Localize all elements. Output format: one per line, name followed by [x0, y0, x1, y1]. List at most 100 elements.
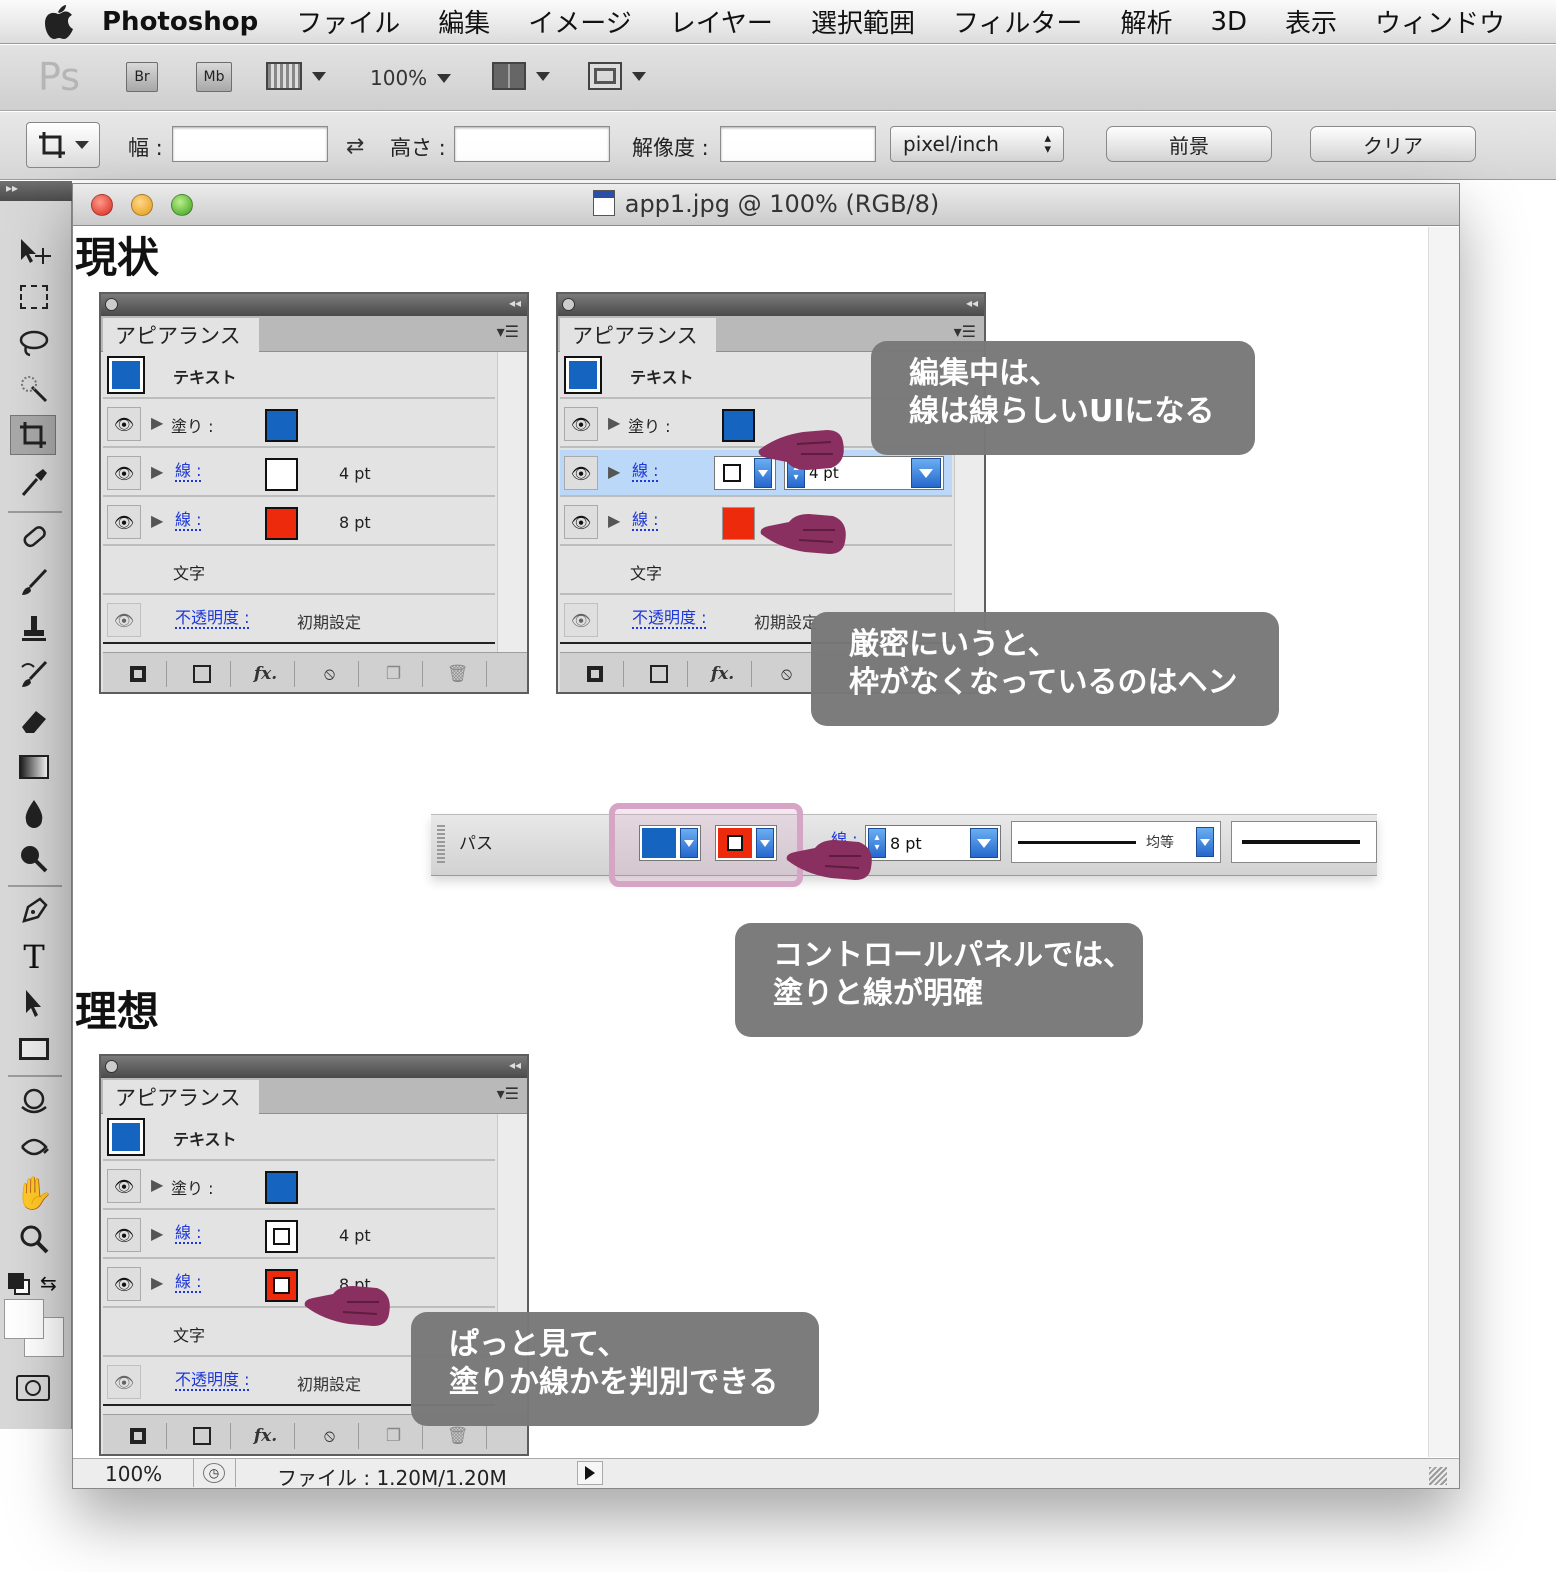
- marquee-tool-icon[interactable]: [14, 277, 54, 317]
- front-image-button[interactable]: 前景: [1106, 126, 1272, 162]
- tools-panel-header[interactable]: ▸▸: [0, 181, 72, 201]
- healing-brush-tool-icon[interactable]: [14, 517, 54, 557]
- add-effect-icon[interactable]: fx.: [694, 661, 752, 687]
- add-fill-icon[interactable]: [173, 661, 231, 687]
- lasso-tool-icon[interactable]: [14, 323, 54, 363]
- status-menu-arrow-icon[interactable]: [577, 1461, 603, 1485]
- duplicate-item-icon[interactable]: ❐: [365, 661, 423, 687]
- panel-collapse-icon[interactable]: ◂◂: [966, 296, 978, 310]
- visibility-eye-icon[interactable]: 👁: [564, 603, 598, 637]
- stroke-row-1[interactable]: 👁 ▶ 線 : 4 pt: [103, 1212, 495, 1259]
- stroke-row-2[interactable]: 👁 ▶ 線 : 8 pt: [103, 499, 495, 546]
- apple-icon[interactable]: [36, 0, 80, 44]
- panel-close-icon[interactable]: [105, 298, 118, 311]
- gradient-tool-icon[interactable]: [14, 747, 54, 787]
- clear-appearance-icon[interactable]: ⦸: [758, 661, 816, 687]
- panel-close-icon[interactable]: [105, 1060, 118, 1073]
- visibility-eye-icon[interactable]: 👁: [564, 456, 598, 490]
- width-field[interactable]: [172, 126, 328, 162]
- text-row[interactable]: テキスト: [103, 352, 495, 399]
- status-clock-icon[interactable]: ◷: [203, 1463, 225, 1483]
- 3d-rotate-tool-icon[interactable]: [14, 1081, 54, 1121]
- control-stroke-dropdown[interactable]: [715, 825, 777, 861]
- stroke-swatch-white-outlined[interactable]: [265, 1220, 298, 1253]
- menu-window[interactable]: ウィンドウ: [1375, 3, 1505, 40]
- menu-image[interactable]: イメージ: [528, 3, 631, 40]
- foreground-color-swatch[interactable]: [4, 1299, 44, 1339]
- add-stroke-icon[interactable]: [566, 661, 624, 687]
- fill-row[interactable]: 👁 ▶ 塗り :: [103, 1163, 495, 1210]
- panel-scrollbar[interactable]: [497, 352, 527, 652]
- stroke-row-1[interactable]: 👁 ▶ 線 : 4 pt: [103, 450, 495, 497]
- view-extras-dropdown[interactable]: [266, 62, 326, 90]
- opacity-label[interactable]: 不透明度 :: [632, 609, 707, 629]
- opacity-label[interactable]: 不透明度 :: [175, 1371, 250, 1391]
- expand-triangle-icon[interactable]: ▶: [151, 511, 163, 530]
- panel-menu-icon[interactable]: ▾☰: [954, 322, 976, 341]
- clear-appearance-icon[interactable]: ⦸: [301, 1423, 359, 1449]
- menu-select[interactable]: 選択範囲: [811, 3, 915, 40]
- visibility-eye-icon[interactable]: 👁: [107, 1267, 141, 1301]
- expand-triangle-icon[interactable]: ▶: [608, 462, 620, 481]
- tool-preset-picker[interactable]: [26, 122, 100, 168]
- menu-app-name[interactable]: Photoshop: [102, 7, 258, 37]
- 3d-orbit-tool-icon[interactable]: [14, 1127, 54, 1167]
- panel-collapse-icon[interactable]: ◂◂: [509, 296, 521, 310]
- control-stroke-weight-combobox[interactable]: ▴ ▾ 8 pt: [865, 825, 1001, 861]
- panel-close-icon[interactable]: [562, 298, 575, 311]
- visibility-eye-icon[interactable]: 👁: [564, 505, 598, 539]
- characters-row[interactable]: 文字: [103, 548, 495, 595]
- path-selection-tool-icon[interactable]: [14, 983, 54, 1023]
- swap-colors-icon[interactable]: ⇆: [40, 1271, 57, 1295]
- duplicate-item-icon[interactable]: ❐: [365, 1423, 423, 1449]
- stroke-swatch-red[interactable]: [265, 507, 298, 540]
- menu-edit[interactable]: 編集: [438, 3, 490, 40]
- panel-collapse-icon[interactable]: ◂◂: [509, 1058, 521, 1072]
- clone-stamp-tool-icon[interactable]: [14, 609, 54, 649]
- screen-mode-dropdown[interactable]: [588, 62, 646, 90]
- stroke-swatch-red-outlined[interactable]: [265, 1269, 298, 1302]
- stroke-row-2[interactable]: 👁 ▶ 線 : 8 pt: [560, 499, 952, 546]
- visibility-eye-icon[interactable]: 👁: [107, 1218, 141, 1252]
- fill-swatch[interactable]: [722, 409, 755, 442]
- add-effect-icon[interactable]: fx.: [237, 661, 295, 687]
- vertical-scrollbar[interactable]: [1428, 227, 1459, 1457]
- expand-triangle-icon[interactable]: ▶: [151, 1273, 163, 1292]
- clear-button[interactable]: クリア: [1310, 126, 1476, 162]
- visibility-eye-icon[interactable]: 👁: [107, 456, 141, 490]
- characters-row[interactable]: 文字: [560, 548, 952, 595]
- add-fill-icon[interactable]: [630, 661, 688, 687]
- shape-tool-icon[interactable]: [14, 1029, 54, 1069]
- pen-tool-icon[interactable]: [14, 891, 54, 931]
- default-colors-icon[interactable]: [8, 1273, 24, 1289]
- stroke-label[interactable]: 線 :: [175, 1273, 202, 1293]
- panel-menu-icon[interactable]: ▾☰: [497, 1084, 519, 1103]
- expand-triangle-icon[interactable]: ▶: [151, 1175, 163, 1194]
- tab-appearance[interactable]: アピアランス: [560, 318, 716, 352]
- arrange-documents-dropdown[interactable]: [492, 62, 550, 90]
- zoom-tool-icon[interactable]: [14, 1219, 54, 1259]
- eyedropper-tool-icon[interactable]: [14, 463, 54, 503]
- resolution-unit-select[interactable]: pixel/inch ▴ ▾: [890, 126, 1064, 162]
- menu-analysis[interactable]: 解析: [1120, 3, 1172, 40]
- variable-width-profile-dropdown[interactable]: 均等: [1011, 821, 1221, 863]
- swap-dimensions-icon[interactable]: ⇄: [346, 134, 364, 159]
- visibility-eye-icon[interactable]: 👁: [564, 407, 598, 441]
- eraser-tool-icon[interactable]: [14, 701, 54, 741]
- history-brush-tool-icon[interactable]: [14, 655, 54, 695]
- control-fill-dropdown[interactable]: [639, 825, 701, 861]
- resolution-field[interactable]: [720, 126, 876, 162]
- expand-triangle-icon[interactable]: ▶: [608, 413, 620, 432]
- menu-filter[interactable]: フィルター: [953, 3, 1082, 40]
- opacity-label[interactable]: 不透明度 :: [175, 609, 250, 629]
- add-fill-icon[interactable]: [173, 1423, 231, 1449]
- height-field[interactable]: [454, 126, 610, 162]
- panel-menu-icon[interactable]: ▾☰: [497, 322, 519, 341]
- stroke-swatch-white[interactable]: [265, 458, 298, 491]
- menu-view[interactable]: 表示: [1285, 3, 1337, 40]
- stroke-label[interactable]: 線 :: [175, 1224, 202, 1244]
- menu-layer[interactable]: レイヤー: [670, 3, 773, 40]
- text-row[interactable]: テキスト: [103, 1114, 495, 1161]
- visibility-eye-icon[interactable]: 👁: [107, 407, 141, 441]
- stroke-label[interactable]: 線 :: [175, 462, 202, 482]
